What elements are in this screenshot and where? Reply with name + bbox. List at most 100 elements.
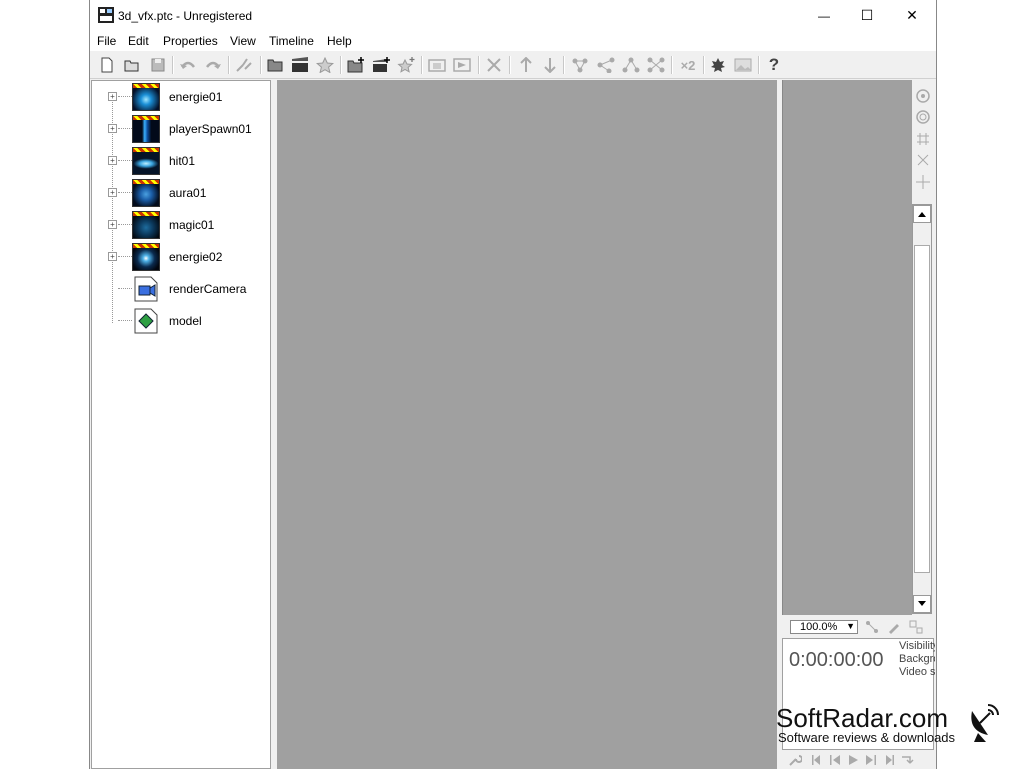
tree-item-label: magic01 [169,218,215,232]
effect-thumbnail [132,115,160,143]
camera-icon [134,276,158,302]
tree-item-label: model [169,314,202,328]
minimize-button[interactable]: — [801,0,847,31]
axes-icon[interactable] [915,152,931,168]
effect-thumbnail [132,179,160,207]
menu-help[interactable]: Help [327,34,352,48]
tree-item-label: aura01 [169,186,207,200]
image-icon[interactable] [733,55,753,75]
folder-icon[interactable] [265,55,285,75]
target-icon[interactable] [915,109,931,125]
scrollbar-thumb[interactable] [914,245,930,573]
tree-item-magic01[interactable]: + magic01 [92,210,270,240]
expand-icon[interactable]: + [108,124,117,133]
flag-icon[interactable] [452,55,472,75]
tree-item-energie02[interactable]: + energie02 [92,242,270,272]
scroll-down-button[interactable] [913,595,931,613]
watermark-subtitle: Software reviews & downloads [778,730,956,745]
new-icon[interactable] [97,55,117,75]
tree-item-hit01[interactable]: + hit01 [92,146,270,176]
window-title: 3d_vfx.ptc - Unregistered [118,9,253,23]
open-icon[interactable] [122,55,142,75]
fast-forward-icon[interactable] [864,753,878,767]
scene-tree[interactable]: + energie01 + playerSpawn01 + hit01 + au… [91,80,271,769]
clapper-icon[interactable] [290,55,310,75]
expand-icon[interactable]: + [108,156,117,165]
playback-controls [782,750,934,769]
layout-icon[interactable] [908,619,924,635]
tree-item-label: renderCamera [169,282,247,296]
add-clapper-icon[interactable] [371,55,391,75]
menu-timeline[interactable]: Timeline [269,34,314,48]
play-icon[interactable] [846,753,860,767]
add-folder-icon[interactable] [346,55,366,75]
step-forward-icon[interactable] [882,753,896,767]
effect-thumbnail [132,83,160,111]
app-window: 3d_vfx.ptc - Unregistered — ☐ ✕ File Edi… [89,0,937,769]
rewind-icon[interactable] [828,753,842,767]
viewport[interactable] [277,80,777,769]
property-visibility[interactable]: Visibility [899,640,935,652]
redo-icon[interactable] [203,55,223,75]
menu-properties[interactable]: Properties [163,34,218,48]
tree-item-label: energie01 [169,90,223,104]
effect-thumbnail [132,211,160,239]
orbit-icon[interactable] [915,88,931,104]
model-icon [134,308,158,334]
property-background[interactable]: Background [899,653,935,665]
timeline-toolbar: 100.0% ▼ [782,616,934,638]
network2-icon[interactable] [596,55,616,75]
vertical-scrollbar[interactable] [912,204,932,614]
tree-item-model[interactable]: model [92,306,270,336]
expand-icon[interactable]: + [108,92,117,101]
zoom-select[interactable]: 100.0% ▼ [790,620,858,634]
wrench-icon[interactable] [788,753,802,767]
close-button[interactable]: ✕ [889,0,935,31]
zoom-value: 100.0% [800,621,838,633]
brush-icon[interactable] [886,619,902,635]
grid-icon[interactable] [915,131,931,147]
move-up-icon[interactable] [516,55,536,75]
add-star-icon[interactable] [396,55,416,75]
delete-icon[interactable] [484,55,504,75]
property-video[interactable]: Video s [899,666,935,678]
tree-item-label: playerSpawn01 [169,122,252,136]
expand-icon[interactable]: + [108,252,117,261]
network4-icon[interactable] [646,55,666,75]
satellite-dish-icon [971,704,999,742]
tree-item-aura01[interactable]: + aura01 [92,178,270,208]
scroll-up-button[interactable] [913,205,931,223]
maximize-button[interactable]: ☐ [844,0,890,31]
tree-item-rendercamera[interactable]: renderCamera [92,274,270,304]
step-back-icon[interactable] [810,753,824,767]
menu-view[interactable]: View [230,34,256,48]
menu-file[interactable]: File [97,34,116,48]
crosshair-icon[interactable] [915,174,931,190]
menu-edit[interactable]: Edit [128,34,149,48]
save-icon[interactable] [148,55,168,75]
leaf-icon[interactable] [708,55,728,75]
title-bar: 3d_vfx.ptc - Unregistered — ☐ ✕ [90,0,936,31]
undo-icon[interactable] [178,55,198,75]
expand-icon[interactable]: + [108,220,117,229]
star-icon[interactable] [315,55,335,75]
tree-item-energie01[interactable]: + energie01 [92,82,270,112]
chevron-down-icon: ▼ [846,621,855,631]
loop-icon[interactable] [900,753,914,767]
link-icon[interactable] [234,55,254,75]
tree-item-label: energie02 [169,250,223,264]
watermark: SoftRadar.com Software reviews & downloa… [776,703,1006,749]
preview-area[interactable] [782,80,913,615]
network1-icon[interactable] [570,55,590,75]
tree-item-playerspawn01[interactable]: + playerSpawn01 [92,114,270,144]
tree-item-label: hit01 [169,154,196,168]
menu-bar: File Edit Properties View Timeline Help [90,31,936,51]
network-icon[interactable] [864,619,880,635]
group-icon[interactable] [427,55,447,75]
expand-icon[interactable]: + [108,188,117,197]
x2-icon[interactable]: ×2 [676,55,700,75]
move-down-icon[interactable] [540,55,560,75]
help-icon[interactable]: ? [764,55,784,75]
minimize-icon: — [818,8,830,23]
network3-icon[interactable] [621,55,641,75]
